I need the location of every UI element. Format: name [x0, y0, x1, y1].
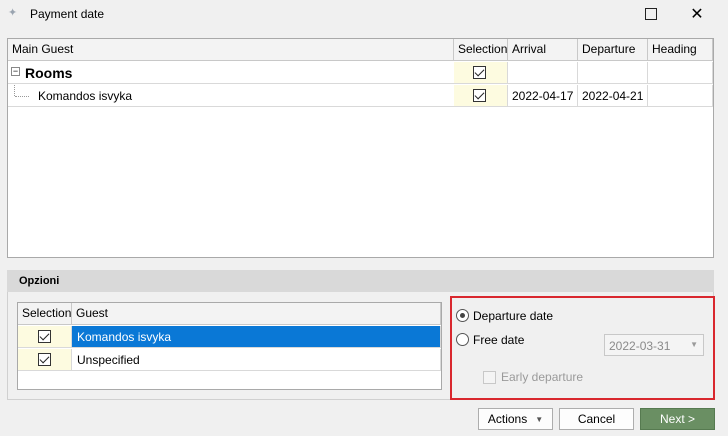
free-date-radio[interactable] [456, 333, 469, 346]
group-selection-cell[interactable] [454, 62, 508, 84]
group-row-rooms[interactable]: − Rooms [8, 62, 454, 84]
maximize-button[interactable] [629, 0, 673, 28]
next-label: Next > [659, 412, 695, 426]
column-header-arrival[interactable]: Arrival [508, 39, 578, 61]
guest-row[interactable]: Unspecified [72, 349, 441, 371]
early-departure-label: Early departure [501, 370, 584, 384]
early-departure-checkbox[interactable] [483, 371, 496, 384]
free-date-value: 2022-03-31 [609, 339, 671, 353]
close-button[interactable]: ✕ [675, 0, 719, 28]
main-guest-grid[interactable]: Main Guest Selection Arrival Departure H… [7, 38, 714, 258]
cancel-label: Cancel [577, 412, 616, 426]
heading-cell [648, 85, 713, 107]
tree-line [14, 85, 15, 96]
actions-button[interactable]: Actions ▼ [478, 408, 553, 430]
guest-row-selection[interactable] [18, 349, 72, 371]
group-label: Rooms [25, 65, 73, 81]
checkbox-checked-icon[interactable] [38, 353, 51, 366]
departure-cell: 2022-04-21 [578, 85, 648, 107]
chevron-down-icon: ▼ [535, 414, 544, 424]
guest-row-highlighted[interactable]: Komandos isvyka [72, 326, 441, 348]
main-guest-cell: Komandos isvyka [38, 89, 133, 103]
checkbox-checked-icon[interactable] [473, 66, 486, 79]
app-icon: ✦ [8, 7, 18, 19]
actions-label: Actions [487, 412, 528, 426]
column-header-main-guest[interactable]: Main Guest [8, 39, 454, 61]
row-selection-cell[interactable] [454, 85, 508, 107]
arrival-cell: 2022-04-17 [508, 85, 578, 107]
next-button[interactable]: Next > [640, 408, 715, 430]
tree-line-branch [15, 96, 29, 97]
group-departure-cell [578, 62, 648, 84]
column-header-guest[interactable]: Guest [72, 303, 441, 325]
group-arrival-cell [508, 62, 578, 84]
window-title: Payment date [30, 7, 105, 21]
group-heading-cell [648, 62, 713, 84]
departure-date-label: Departure date [473, 309, 554, 323]
maximize-icon [645, 8, 657, 20]
options-section-title: Opzioni [7, 270, 714, 292]
free-date-label: Free date [473, 333, 525, 347]
free-date-picker[interactable]: 2022-03-31 ▼ [604, 334, 704, 356]
column-header-selection[interactable]: Selection [18, 303, 72, 325]
guest-grid[interactable]: Selection Guest Komandos isvyka Unspecif… [17, 302, 442, 390]
column-header-selection[interactable]: Selection [454, 39, 508, 61]
chevron-down-icon: ▼ [690, 340, 698, 349]
close-icon: ✕ [690, 6, 704, 23]
title-bar: ✦ Payment date ✕ [0, 0, 728, 28]
table-row[interactable]: Komandos isvyka [8, 85, 454, 107]
guest-row-selection[interactable] [18, 326, 72, 348]
checkbox-checked-icon[interactable] [473, 89, 486, 102]
collapse-icon[interactable]: − [11, 67, 20, 76]
departure-date-radio[interactable] [456, 309, 469, 322]
checkbox-checked-icon[interactable] [38, 330, 51, 343]
column-header-heading[interactable]: Heading [648, 39, 713, 61]
column-header-departure[interactable]: Departure [578, 39, 648, 61]
cancel-button[interactable]: Cancel [559, 408, 634, 430]
